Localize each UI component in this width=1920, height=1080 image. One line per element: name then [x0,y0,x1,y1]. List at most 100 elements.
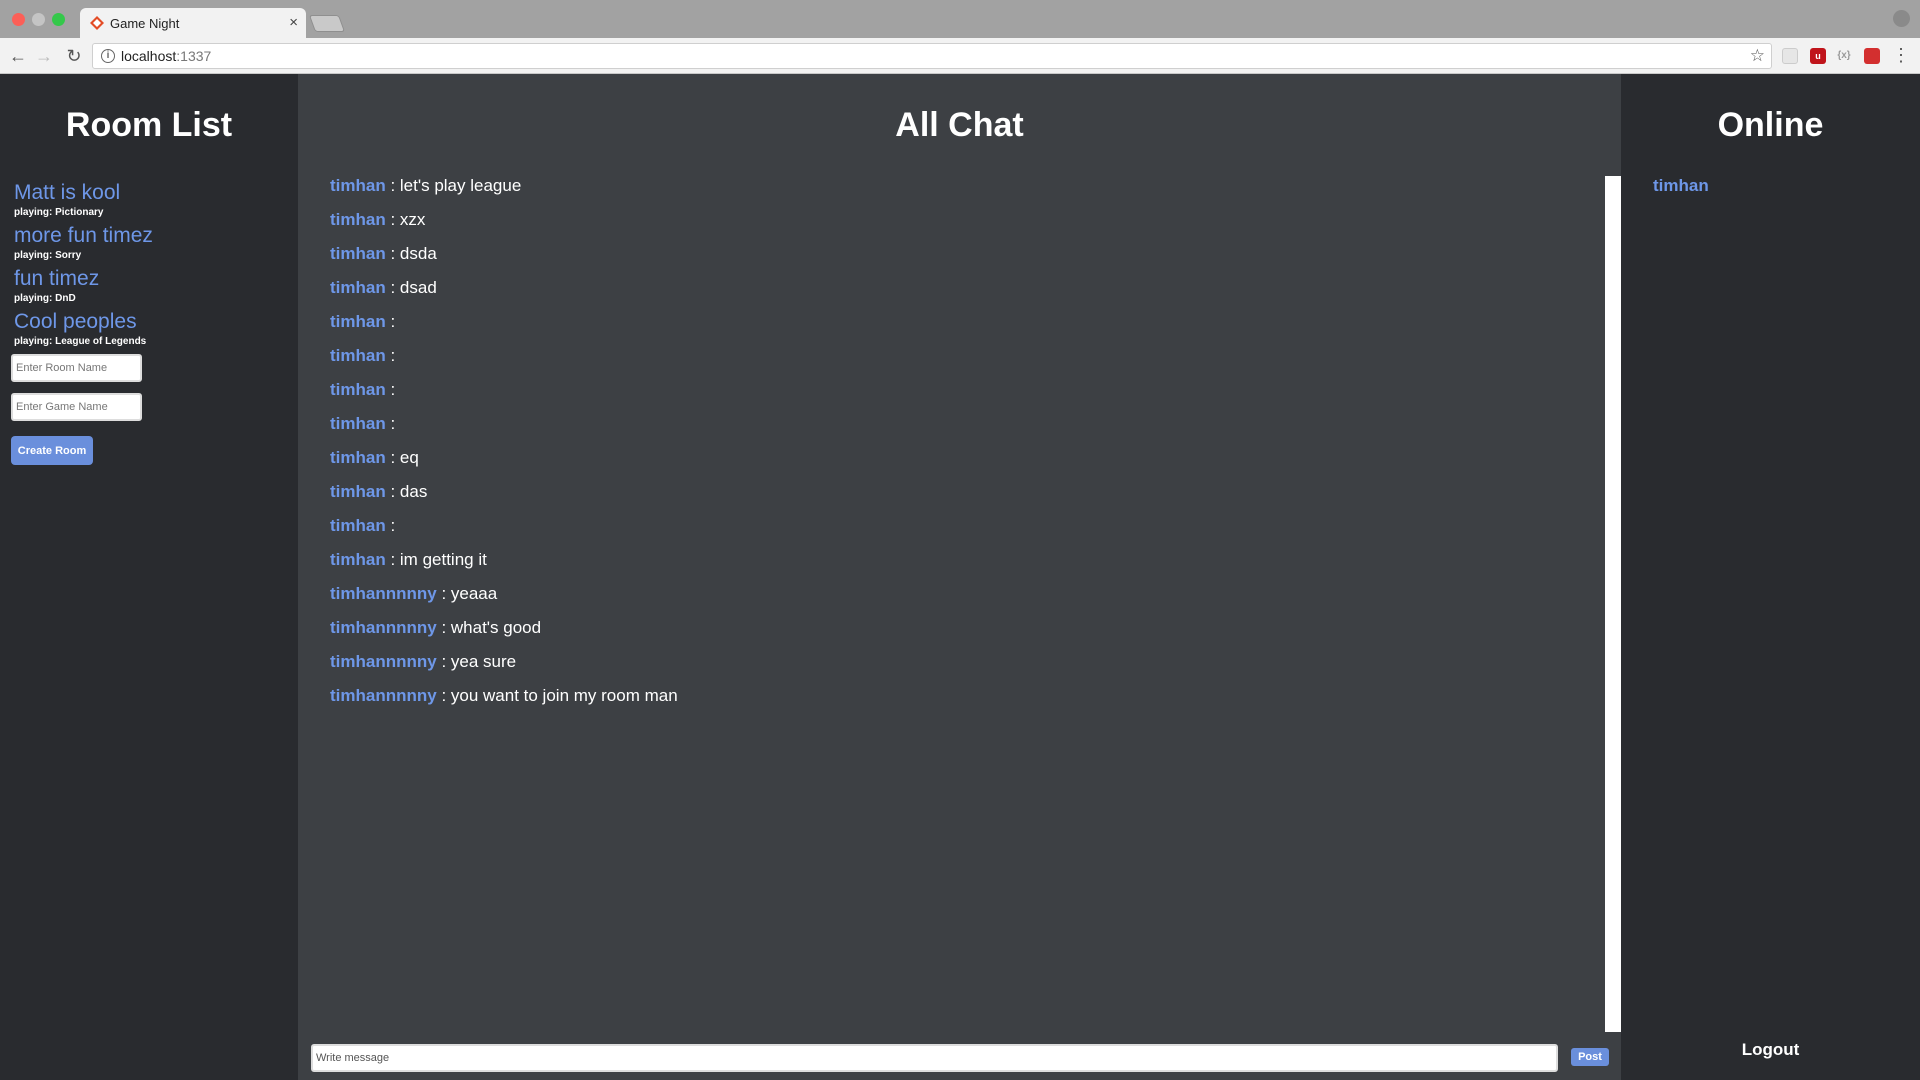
message-username[interactable]: timhan [330,278,386,297]
extension-blank-icon[interactable] [1782,48,1798,64]
chat-message: timhan : [330,516,678,550]
message-username[interactable]: timhan [330,312,386,331]
message-username[interactable]: timhannnnny [330,686,437,705]
room-item[interactable]: Cool peoples playing: League of Legends [14,309,153,348]
ublock-shield-icon[interactable]: u [1810,48,1826,64]
chat-message: timhan : eq [330,448,678,482]
message-separator: : [436,618,451,637]
tab-title: Game Night [110,16,180,31]
browser-tab[interactable]: Game Night × [80,8,306,38]
window-minimize-button[interactable] [32,13,45,26]
message-username[interactable]: timhan [330,482,386,501]
message-username[interactable]: timhan [330,516,386,535]
message-username[interactable]: timhannnnny [330,618,437,637]
post-button[interactable]: Post [1571,1048,1609,1066]
room-list-panel: Room List Matt is kool playing: Pictionar… [0,74,298,1080]
room-item[interactable]: Matt is kool playing: Pictionary [14,180,153,219]
window-maximize-button[interactable] [52,13,65,26]
message-separator: : [436,652,451,671]
chat-message: timhan : dsda [330,244,678,278]
url-port: :1337 [176,48,212,64]
message-username[interactable]: timhan [330,244,386,263]
room-name-link[interactable]: more fun timez [14,223,153,249]
message-separator: : [385,278,400,297]
back-arrow-icon[interactable]: ← [6,44,30,68]
chat-message: timhan : [330,312,678,346]
room-name-link[interactable]: fun timez [14,266,153,292]
message-separator: : [385,244,400,263]
message-separator: : [385,176,400,195]
room-name-link[interactable]: Cool peoples [14,309,153,335]
chat-scrollbar[interactable] [1605,176,1621,1032]
message-separator: : [385,346,400,365]
json-extension-icon[interactable]: {x} [1836,48,1852,64]
window-close-button[interactable] [12,13,25,26]
room-item[interactable]: fun timez playing: DnD [14,266,153,305]
message-username[interactable]: timhan [330,448,386,467]
message-list: timhan : let's play league timhan : xzx ti… [330,176,678,720]
online-user[interactable]: timhan [1653,174,1709,198]
message-username[interactable]: timhannnnny [330,584,437,603]
message-text: yea sure [450,652,517,671]
info-icon[interactable]: i [101,49,115,63]
logout-link[interactable]: Logout [1621,1040,1920,1060]
chat-message: timhan : das [330,482,678,516]
new-tab-button[interactable] [308,15,346,32]
chat-message: timhan : dsad [330,278,678,312]
message-separator: : [385,550,400,569]
chat-message: timhannnnny : yea sure [330,652,678,686]
room-name-link[interactable]: Matt is kool [14,180,153,206]
message-separator: : [436,584,451,603]
room-name-input[interactable] [11,354,142,382]
reload-icon[interactable]: ↻ [62,44,86,68]
chat-message: timhan : [330,414,678,448]
message-username[interactable]: timhan [330,380,386,399]
browser-toolbar: ← → ↻ i localhost:1337 ☆ u {x} ⋮ [0,38,1920,74]
chat-title: All Chat [895,106,1024,144]
message-username[interactable]: timhan [330,176,386,195]
profile-icon[interactable] [1893,10,1910,27]
message-separator: : [385,414,400,433]
address-bar[interactable]: i localhost:1337 ☆ [92,43,1772,69]
room-game-label: playing: Sorry [14,250,82,261]
message-separator: : [385,482,400,501]
online-title: Online [1717,106,1824,144]
message-username[interactable]: timhan [330,550,386,569]
chat-message: timhannnnny : yeaaa [330,584,678,618]
chat-message: timhan : [330,380,678,414]
diamond-logo-icon [90,16,104,30]
tab-close-icon[interactable]: × [289,14,298,31]
chat-message: timhan : xzx [330,210,678,244]
app: Room List Matt is kool playing: Pictionar… [0,74,1920,1080]
message-username[interactable]: timhannnnny [330,652,437,671]
room-game-label: playing: Pictionary [14,207,104,218]
message-text: dsad [399,278,437,297]
chat-message: timhan : im getting it [330,550,678,584]
message-username[interactable]: timhan [330,414,386,433]
message-text: eq [399,448,419,467]
room-item[interactable]: more fun timez playing: Sorry [14,223,153,262]
extension-red-icon[interactable] [1864,48,1880,64]
message-text: what's good [450,618,542,637]
forward-arrow-icon[interactable]: → [32,44,56,68]
message-username[interactable]: timhan [330,210,386,229]
browser-titlebar: Game Night × [0,0,1920,38]
kebab-menu-icon[interactable]: ⋮ [1892,45,1910,65]
message-separator: : [385,448,400,467]
message-input[interactable] [311,1044,1558,1072]
game-name-input[interactable] [11,393,142,421]
room-game-label: playing: League of Legends [14,336,147,347]
message-separator: : [385,516,400,535]
message-text: das [399,482,428,501]
message-text: you want to join my room man [450,686,678,705]
chat-panel: All Chat timhan : let's play league timha… [298,74,1621,1080]
message-username[interactable]: timhan [330,346,386,365]
room-list-title: Room List [65,106,233,144]
online-user-list: timhan [1653,174,1709,198]
bookmark-star-icon[interactable]: ☆ [1750,46,1765,66]
create-room-button[interactable]: Create Room [11,436,93,465]
message-separator: : [385,380,400,399]
message-separator: : [385,312,400,331]
message-text: yeaaa [450,584,498,603]
room-game-label: playing: DnD [14,293,76,304]
